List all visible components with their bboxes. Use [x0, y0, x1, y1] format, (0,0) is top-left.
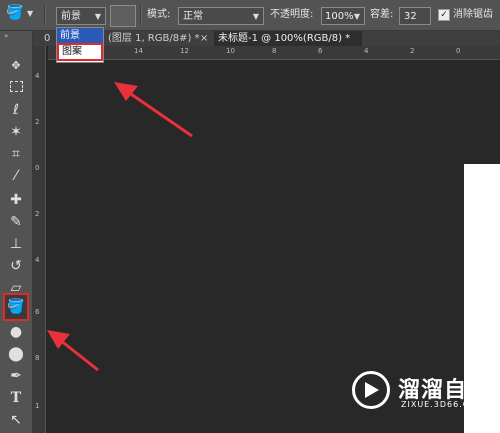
- annotation-arrows: [47, 82, 193, 372]
- watermark-logo-icon: [352, 371, 390, 409]
- dropdown-option-pattern[interactable]: 图案: [57, 43, 103, 61]
- fill-source-dropdown-list: 前景 图案: [56, 27, 104, 63]
- dropdown-option-foreground[interactable]: 前景: [57, 28, 103, 43]
- arrow-to-paint-bucket: [47, 330, 99, 372]
- arrow-to-dropdown: [114, 82, 193, 138]
- watermark-url: ZIXUE.3D66.COM: [401, 400, 485, 409]
